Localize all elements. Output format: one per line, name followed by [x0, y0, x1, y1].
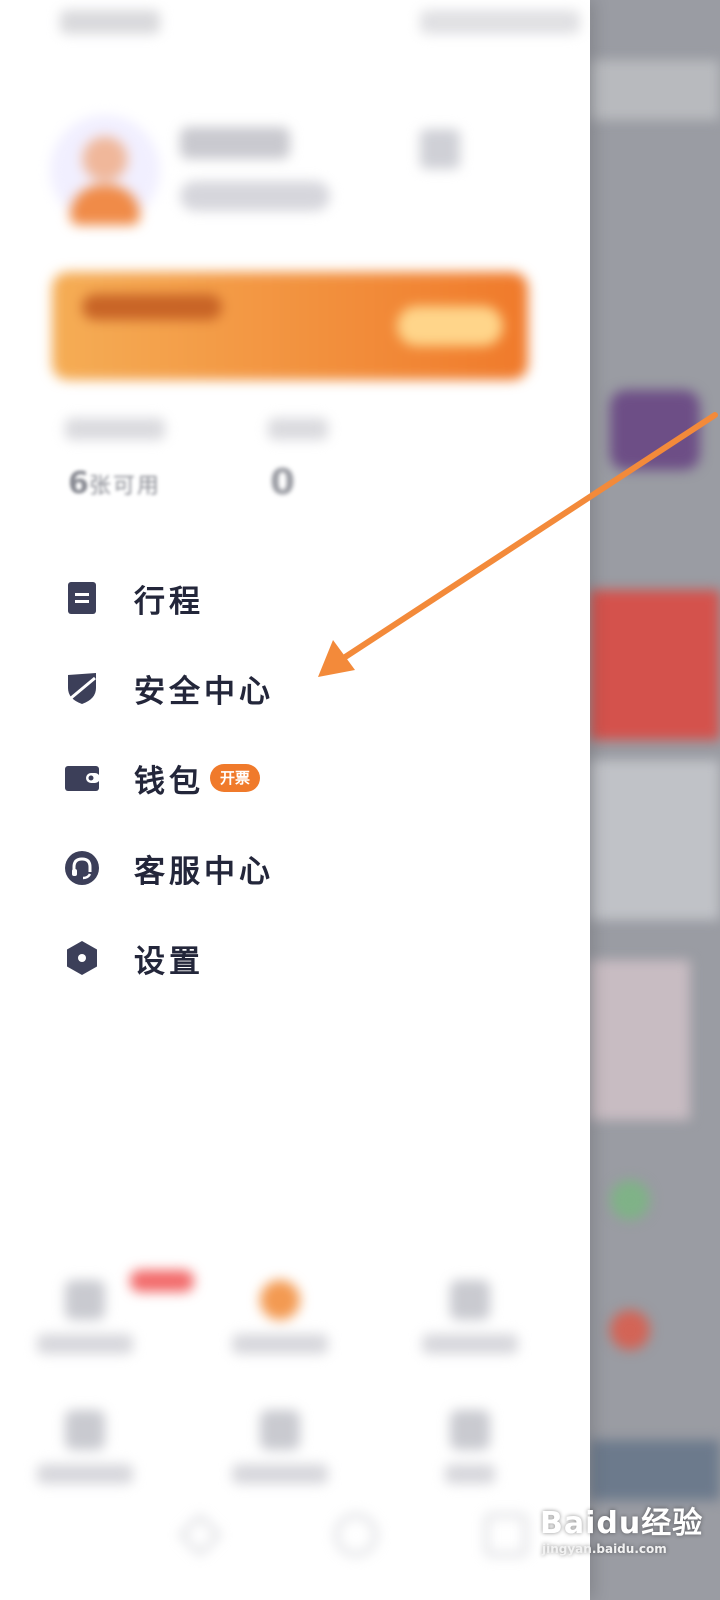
user-badge[interactable] — [180, 181, 330, 211]
coupon-label — [65, 418, 165, 440]
menu-item-wallet[interactable]: 钱包 开票 — [60, 733, 540, 823]
shortcut-1[interactable] — [30, 1280, 140, 1354]
background-app-overlay[interactable] — [590, 0, 720, 1600]
shortcut-label — [422, 1334, 518, 1354]
blurred-red-banner — [590, 590, 720, 740]
system-nav-bar — [0, 1500, 590, 1570]
shortcut-icon — [450, 1410, 490, 1450]
side-drawer: 6张可用 0 行程 安全中心 钱包 开票 客服中心 设置 — [0, 0, 590, 1600]
shortcut-icon — [260, 1280, 300, 1320]
menu-item-customer-service[interactable]: 客服中心 — [60, 823, 540, 913]
menu-list: 行程 安全中心 钱包 开票 客服中心 设置 — [60, 553, 540, 1003]
balance-label — [268, 418, 328, 440]
blurred-header — [590, 60, 720, 120]
menu-item-trips[interactable]: 行程 — [60, 553, 540, 643]
baidu-watermark: Baidu经验 jingyan.baidu.com — [540, 1498, 710, 1568]
shortcut-label — [445, 1464, 495, 1484]
coupon-stat[interactable]: 6张可用 — [68, 466, 161, 501]
shield-icon — [60, 666, 104, 710]
headset-icon — [60, 846, 104, 890]
watermark-brand: Baidu经验 — [540, 1506, 704, 1541]
status-bar — [0, 0, 590, 50]
new-badge — [130, 1270, 194, 1292]
shortcut-4[interactable] — [30, 1410, 140, 1484]
vip-banner-title — [82, 294, 222, 320]
shortcut-label — [37, 1464, 133, 1484]
profile-header[interactable] — [50, 115, 490, 235]
stats-row: 6张可用 0 — [60, 410, 460, 510]
blurred-green-icon — [610, 1180, 650, 1220]
shortcut-label — [232, 1334, 328, 1354]
document-icon — [60, 576, 104, 620]
watermark-url: jingyan.baidu.com — [542, 1542, 667, 1556]
bottom-shortcuts — [30, 1260, 550, 1520]
menu-label-settings: 设置 — [134, 943, 204, 980]
vip-banner[interactable] — [52, 272, 528, 380]
shortcut-2[interactable] — [225, 1280, 335, 1354]
blurred-footer — [590, 1440, 720, 1500]
shortcut-icon — [65, 1280, 105, 1320]
shortcut-5[interactable] — [225, 1410, 335, 1484]
menu-label-trips: 行程 — [134, 583, 204, 620]
menu-label-wallet: 钱包 — [134, 763, 204, 800]
vip-banner-button[interactable] — [397, 306, 503, 346]
shortcut-label — [232, 1464, 328, 1484]
shortcut-icon — [260, 1410, 300, 1450]
shortcut-icon — [65, 1410, 105, 1450]
blurred-gift-icon — [610, 390, 700, 470]
status-icons — [420, 10, 580, 34]
shortcut-icon — [450, 1280, 490, 1320]
shortcut-label — [37, 1334, 133, 1354]
nav-recents-icon[interactable] — [485, 1514, 527, 1556]
nav-back-icon[interactable] — [178, 1513, 222, 1557]
coupon-count: 6 — [68, 466, 89, 501]
avatar[interactable] — [50, 115, 160, 225]
gear-icon — [60, 936, 104, 980]
menu-item-settings[interactable]: 设置 — [60, 913, 540, 1003]
shortcut-3[interactable] — [415, 1280, 525, 1354]
qr-code-icon[interactable] — [420, 129, 460, 169]
menu-label-customer-service: 客服中心 — [134, 853, 274, 890]
blurred-red-icon — [610, 1310, 650, 1350]
coupon-unit: 张可用 — [88, 474, 161, 499]
user-name — [180, 127, 290, 159]
status-signal — [60, 10, 160, 34]
nav-home-icon[interactable] — [335, 1514, 377, 1556]
menu-item-security-center[interactable]: 安全中心 — [60, 643, 540, 733]
menu-label-security-center: 安全中心 — [134, 673, 274, 710]
blurred-card — [590, 760, 720, 920]
blurred-pink-card — [590, 960, 690, 1120]
invoice-tag: 开票 — [210, 764, 261, 792]
wallet-icon — [60, 756, 104, 800]
shortcut-6[interactable] — [415, 1410, 525, 1484]
balance-value[interactable]: 0 — [270, 462, 295, 503]
